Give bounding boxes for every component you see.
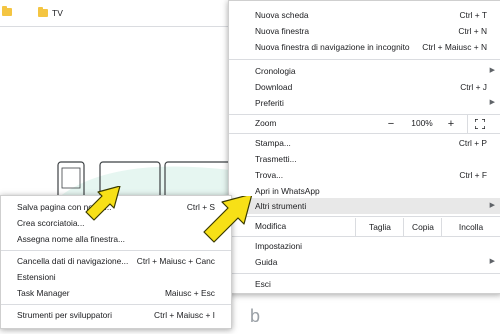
menu-item-label: Assegna nome alla finestra... <box>17 234 126 244</box>
chevron-right-icon: ▶ <box>489 258 495 265</box>
menu-divider <box>1 304 231 305</box>
menu-item-shortcut: Ctrl + Maiusc + Canc <box>136 256 215 266</box>
menu-item-settings[interactable]: Impostazioni <box>229 238 500 254</box>
annotation-arrow-icon <box>203 196 253 243</box>
edit-row: Modifica Taglia Copia Incolla <box>229 218 500 236</box>
menu-item-history[interactable]: Cronologia ▶ <box>229 63 500 79</box>
zoom-out-button[interactable]: − <box>379 115 403 133</box>
menu-item-exit[interactable]: Esci <box>229 276 500 292</box>
menu-item-label: Nuova finestra di navigazione in incogni… <box>255 42 410 52</box>
menu-item-cast[interactable]: Trasmetti... <box>229 151 500 167</box>
fullscreen-button[interactable] <box>467 115 492 133</box>
menu-item-label: Cancella dati di navigazione... <box>17 256 129 266</box>
menu-item-label: Guida <box>255 257 278 267</box>
submenu-item-dev-tools[interactable]: Strumenti per sviluppatori Ctrl + Maiusc… <box>1 307 231 323</box>
submenu-item-task-manager[interactable]: Task Manager Maiusc + Esc <box>1 285 231 301</box>
menu-item-label: Esci <box>255 279 271 289</box>
chrome-main-menu: Nuova scheda Ctrl + T Nuova finestra Ctr… <box>228 0 500 294</box>
chevron-right-icon: ▶ <box>489 202 495 209</box>
menu-item-print[interactable]: Stampa... Ctrl + P <box>229 135 500 151</box>
bookmark-item-tv[interactable]: TV <box>38 7 63 18</box>
bookmark-label: TV <box>52 8 63 18</box>
menu-item-label: Stampa... <box>255 138 291 148</box>
menu-item-label: Preferiti <box>255 98 284 108</box>
menu-divider <box>229 236 500 237</box>
zoom-row: Zoom − 100% + <box>229 115 500 133</box>
menu-item-open-whatsapp[interactable]: Apri in WhatsApp <box>229 183 500 199</box>
menu-item-shortcut: Ctrl + N <box>458 26 487 36</box>
submenu-item-extensions[interactable]: Estensioni <box>1 269 231 285</box>
menu-item-shortcut: Ctrl + T <box>459 10 487 20</box>
menu-item-new-window[interactable]: Nuova finestra Ctrl + N <box>229 23 500 39</box>
folder-icon <box>2 6 12 16</box>
menu-item-new-tab[interactable]: Nuova scheda Ctrl + T <box>229 7 500 23</box>
menu-item-label: Estensioni <box>17 272 56 282</box>
menu-item-shortcut: Ctrl + Maiusc + N <box>422 42 487 52</box>
menu-item-label: Crea scorciatoia... <box>17 218 85 228</box>
menu-item-label: Apri in WhatsApp <box>255 186 320 196</box>
menu-divider <box>229 216 500 217</box>
menu-divider <box>1 250 231 251</box>
page-bottom-text: b <box>250 306 262 326</box>
menu-item-shortcut: Ctrl + J <box>460 82 487 92</box>
browser-page: TV b Nuova scheda Ctrl + T Nuova finestr… <box>0 0 500 334</box>
folder-icon <box>38 7 48 17</box>
zoom-value: 100% <box>411 118 433 128</box>
menu-item-label: Trasmetti... <box>255 154 297 164</box>
annotation-arrow-icon <box>85 186 121 221</box>
menu-item-shortcut: Ctrl + F <box>459 170 487 180</box>
paste-button[interactable]: Incolla <box>441 218 500 236</box>
menu-divider <box>229 59 500 60</box>
menu-item-shortcut: Maiusc + Esc <box>164 288 215 298</box>
menu-divider <box>229 273 500 274</box>
menu-item-shortcut: Ctrl + Maiusc + I <box>154 310 215 320</box>
menu-item-shortcut: Ctrl + P <box>458 138 487 148</box>
menu-item-label: Cronologia <box>255 66 296 76</box>
menu-item-find[interactable]: Trova... Ctrl + F <box>229 167 500 183</box>
menu-item-label: Nuova finestra <box>255 26 309 36</box>
menu-item-label: Altri strumenti <box>255 201 307 211</box>
chevron-right-icon: ▶ <box>489 67 495 74</box>
fullscreen-icon <box>474 118 486 130</box>
zoom-in-button[interactable]: + <box>439 115 463 133</box>
copy-button[interactable]: Copia <box>403 218 442 236</box>
menu-item-incognito[interactable]: Nuova finestra di navigazione in incogni… <box>229 39 500 55</box>
menu-divider <box>229 133 500 134</box>
menu-item-downloads[interactable]: Download Ctrl + J <box>229 79 500 95</box>
menu-item-label: Nuova scheda <box>255 10 309 20</box>
cut-button[interactable]: Taglia <box>355 218 404 236</box>
submenu-item-name-window[interactable]: Assegna nome alla finestra... <box>1 231 231 247</box>
menu-item-label: Task Manager <box>17 288 70 298</box>
menu-item-label: Trova... <box>255 170 284 180</box>
menu-item-help[interactable]: Guida ▶ <box>229 254 500 270</box>
menu-item-bookmarks[interactable]: Preferiti ▶ <box>229 95 500 111</box>
menu-item-label: Impostazioni <box>255 241 303 251</box>
bookmark-item-0[interactable] <box>2 6 16 16</box>
submenu-item-clear-data[interactable]: Cancella dati di navigazione... Ctrl + M… <box>1 253 231 269</box>
menu-item-label: Download <box>255 82 293 92</box>
menu-item-more-tools[interactable]: Altri strumenti ▶ <box>229 198 500 214</box>
chevron-right-icon: ▶ <box>489 99 495 106</box>
menu-item-label: Strumenti per sviluppatori <box>17 310 112 320</box>
zoom-label: Zoom <box>255 118 277 128</box>
